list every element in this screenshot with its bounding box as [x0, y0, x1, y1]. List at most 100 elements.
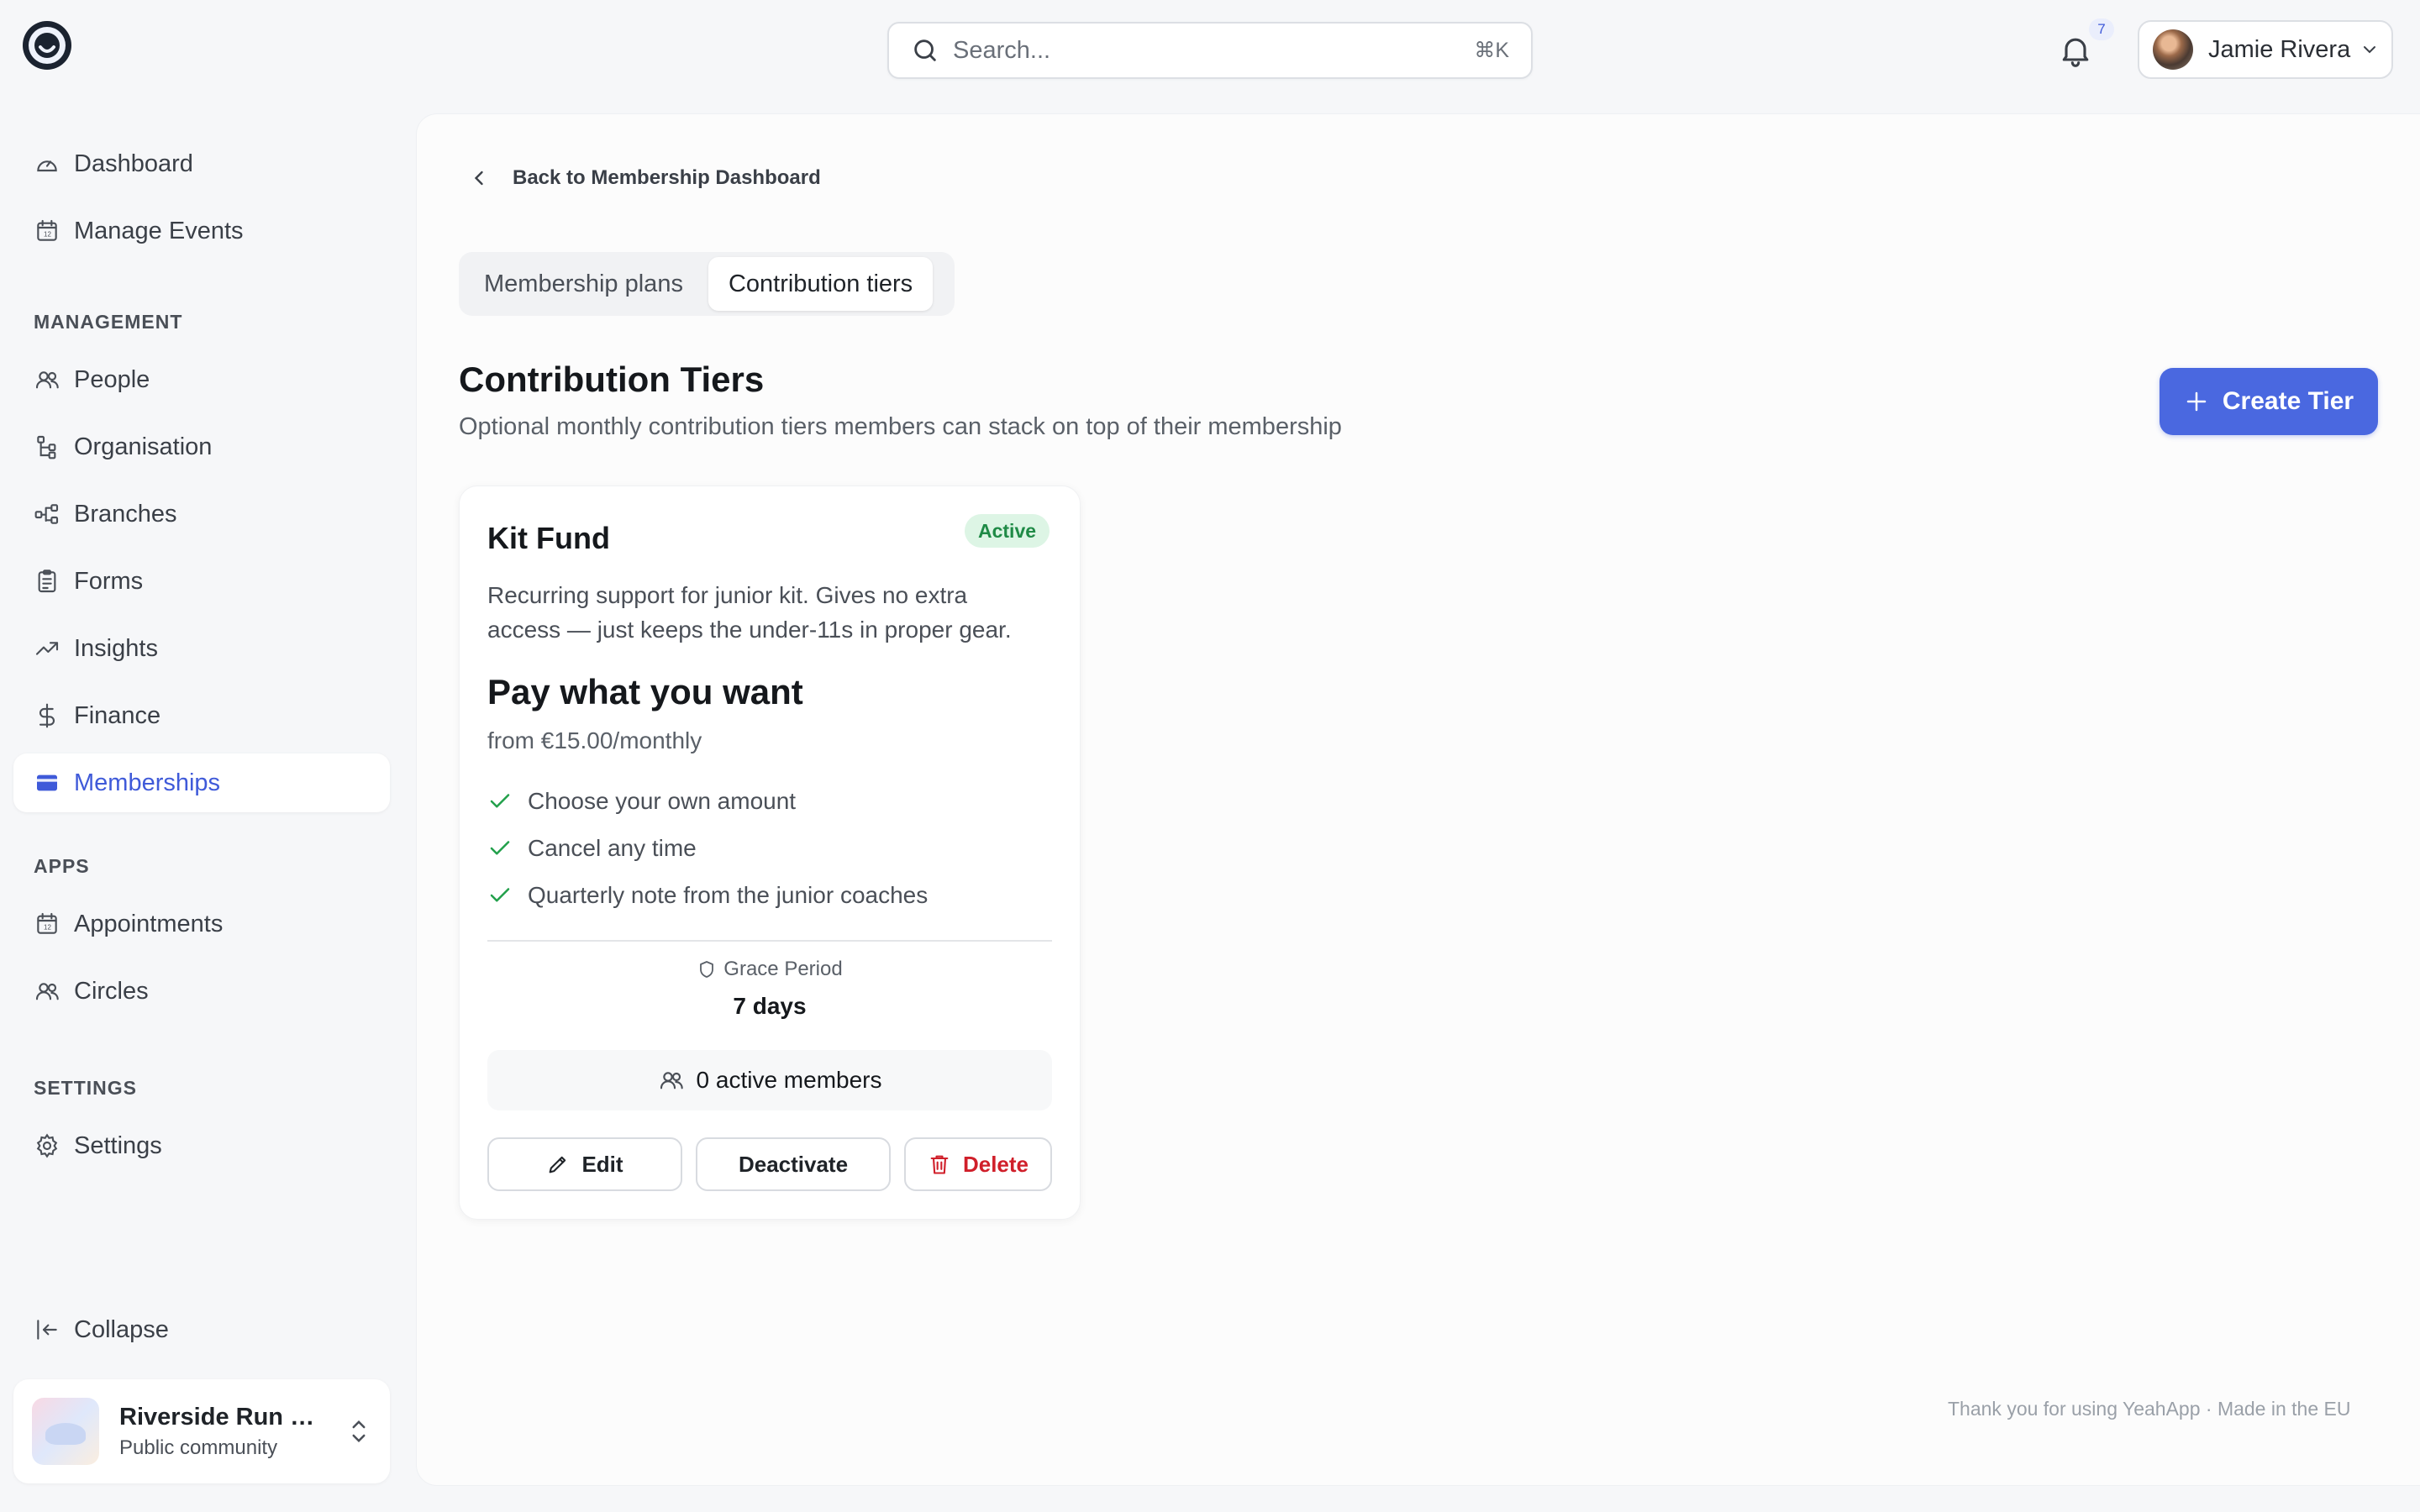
check-icon	[490, 794, 510, 808]
price-subtitle: from €15.00/monthly	[487, 727, 702, 753]
section-label-apps: APPS	[34, 855, 90, 877]
create-tier-label: Create Tier	[2222, 387, 2354, 415]
feature-item: Cancel any time	[487, 835, 697, 862]
edit-label: Edit	[581, 1151, 623, 1177]
search-placeholder: Search...	[953, 36, 1051, 64]
tier-description: Recurring support for junior kit. Gives …	[487, 582, 1012, 643]
sidebar-item-label: Dashboard	[74, 150, 193, 177]
section-label-management: MANAGEMENT	[34, 311, 183, 333]
sidebar-item-insights[interactable]: Insights	[13, 619, 390, 678]
sidebar-item-manage-events[interactable]: 12 Manage Events	[13, 202, 390, 260]
notification-count-badge: 7	[2089, 18, 2114, 40]
sidebar-item-label: Insights	[74, 634, 158, 662]
org-tree-icon	[37, 435, 56, 459]
pencil-icon	[550, 1156, 566, 1173]
sidebar-item-forms[interactable]: Forms	[13, 552, 390, 611]
sidebar-item-organisation[interactable]: Organisation	[13, 417, 390, 476]
dollar-icon	[39, 703, 55, 728]
check-icon	[490, 888, 510, 902]
feature-item: Quarterly note from the junior coaches	[487, 882, 928, 909]
page-subtitle: Optional monthly contribution tiers memb…	[459, 413, 1342, 440]
plus-icon	[2186, 391, 2207, 412]
deactivate-button[interactable]: Deactivate	[696, 1137, 891, 1191]
grace-period-value: 7 days	[733, 993, 807, 1019]
sidebar-item-appointments[interactable]: 12 Appointments	[13, 895, 390, 953]
svg-text:12: 12	[44, 924, 51, 932]
org-switcher[interactable]: Riverside Run Cl... Public community	[13, 1379, 390, 1483]
back-link[interactable]: Back to Membership Dashboard	[467, 166, 821, 190]
sidebar-item-label: Manage Events	[74, 217, 244, 244]
status-badge: Active	[965, 514, 1050, 548]
tier-name: Kit Fund	[487, 521, 610, 555]
user-menu[interactable]: Jamie Rivera	[2138, 20, 2393, 79]
delete-label: Delete	[962, 1151, 1029, 1177]
grace-period-label: Grace Period	[487, 958, 1052, 981]
app-logo[interactable]	[22, 20, 72, 71]
chevron-down-icon	[2364, 46, 2375, 54]
feature-item: Choose your own amount	[487, 788, 796, 815]
sidebar-item-dashboard[interactable]: Dashboard	[13, 134, 390, 193]
tab-bar: Membership plans Contribution tiers	[459, 252, 955, 316]
edit-button[interactable]: Edit	[487, 1137, 682, 1191]
calendar-icon: 12	[37, 219, 57, 241]
sidebar-item-memberships[interactable]: Memberships	[13, 753, 390, 812]
gear-icon	[36, 1133, 58, 1158]
search-shortcut: ⌘K	[1474, 39, 1509, 62]
sidebar-item-finance[interactable]: Finance	[13, 686, 390, 745]
sidebar-item-label: Organisation	[74, 433, 213, 460]
tab-contribution-tiers[interactable]: Contribution tiers	[708, 257, 934, 311]
sidebar-item-label: Finance	[74, 701, 161, 729]
trending-up-icon	[35, 642, 59, 655]
user-name: Jamie Rivera	[2208, 35, 2351, 63]
chevron-up-down-icon	[352, 1420, 366, 1443]
people-icon	[35, 983, 59, 1000]
sidebar-item-circles[interactable]: Circles	[13, 962, 390, 1021]
sidebar-item-branches[interactable]: Branches	[13, 485, 390, 543]
page-title: Contribution Tiers	[459, 360, 765, 399]
card-divider	[487, 940, 1052, 942]
collapse-sidebar-button[interactable]: Collapse	[13, 1300, 390, 1359]
bell-icon	[2062, 38, 2089, 67]
sidebar-item-label: Branches	[74, 500, 177, 528]
collapse-icon	[37, 1320, 57, 1340]
shield-icon	[700, 961, 714, 978]
check-icon	[490, 841, 510, 855]
tab-membership-plans[interactable]: Membership plans	[464, 257, 703, 311]
feature-label: Quarterly note from the junior coaches	[528, 882, 929, 908]
search-icon	[914, 39, 936, 61]
people-icon	[660, 1072, 683, 1089]
trash-icon	[930, 1155, 949, 1174]
members-label: 0 active members	[696, 1067, 882, 1093]
notifications-button[interactable]	[2057, 32, 2094, 69]
branches-icon	[34, 504, 59, 524]
search-bar[interactable]: Search... ⌘K	[887, 22, 1533, 79]
org-avatar	[32, 1398, 99, 1465]
section-label-settings: SETTINGS	[34, 1077, 138, 1099]
svg-text:12: 12	[44, 231, 51, 239]
sidebar-item-people[interactable]: People	[13, 350, 390, 409]
feature-label: Cancel any time	[528, 835, 697, 861]
delete-button[interactable]: Delete	[904, 1137, 1052, 1191]
grace-label-text: Grace Period	[723, 958, 843, 980]
sidebar-item-label: Forms	[74, 567, 144, 595]
deactivate-label: Deactivate	[738, 1151, 849, 1177]
sidebar-item-label: Circles	[74, 977, 149, 1005]
sidebar-item-label: People	[74, 365, 150, 393]
user-avatar	[2153, 29, 2193, 70]
collapse-label: Collapse	[74, 1315, 169, 1343]
clipboard-icon	[38, 570, 56, 593]
sidebar-item-label: Settings	[74, 1131, 162, 1159]
price-title: Pay what you want	[487, 672, 803, 711]
feature-label: Choose your own amount	[528, 788, 797, 814]
chevron-left-icon	[474, 171, 483, 186]
gauge-icon	[37, 160, 57, 172]
create-tier-button[interactable]: Create Tier	[2160, 368, 2378, 435]
back-link-label: Back to Membership Dashboard	[513, 166, 821, 189]
people-icon	[35, 371, 59, 389]
org-name: Riverside Run Cl...	[119, 1403, 321, 1431]
sidebar-item-settings[interactable]: Settings	[13, 1116, 390, 1175]
active-members-count: 0 active members	[487, 1050, 1052, 1110]
card-icon	[37, 774, 57, 791]
calendar-icon: 12	[37, 912, 57, 934]
sidebar-item-label: Memberships	[74, 769, 221, 796]
